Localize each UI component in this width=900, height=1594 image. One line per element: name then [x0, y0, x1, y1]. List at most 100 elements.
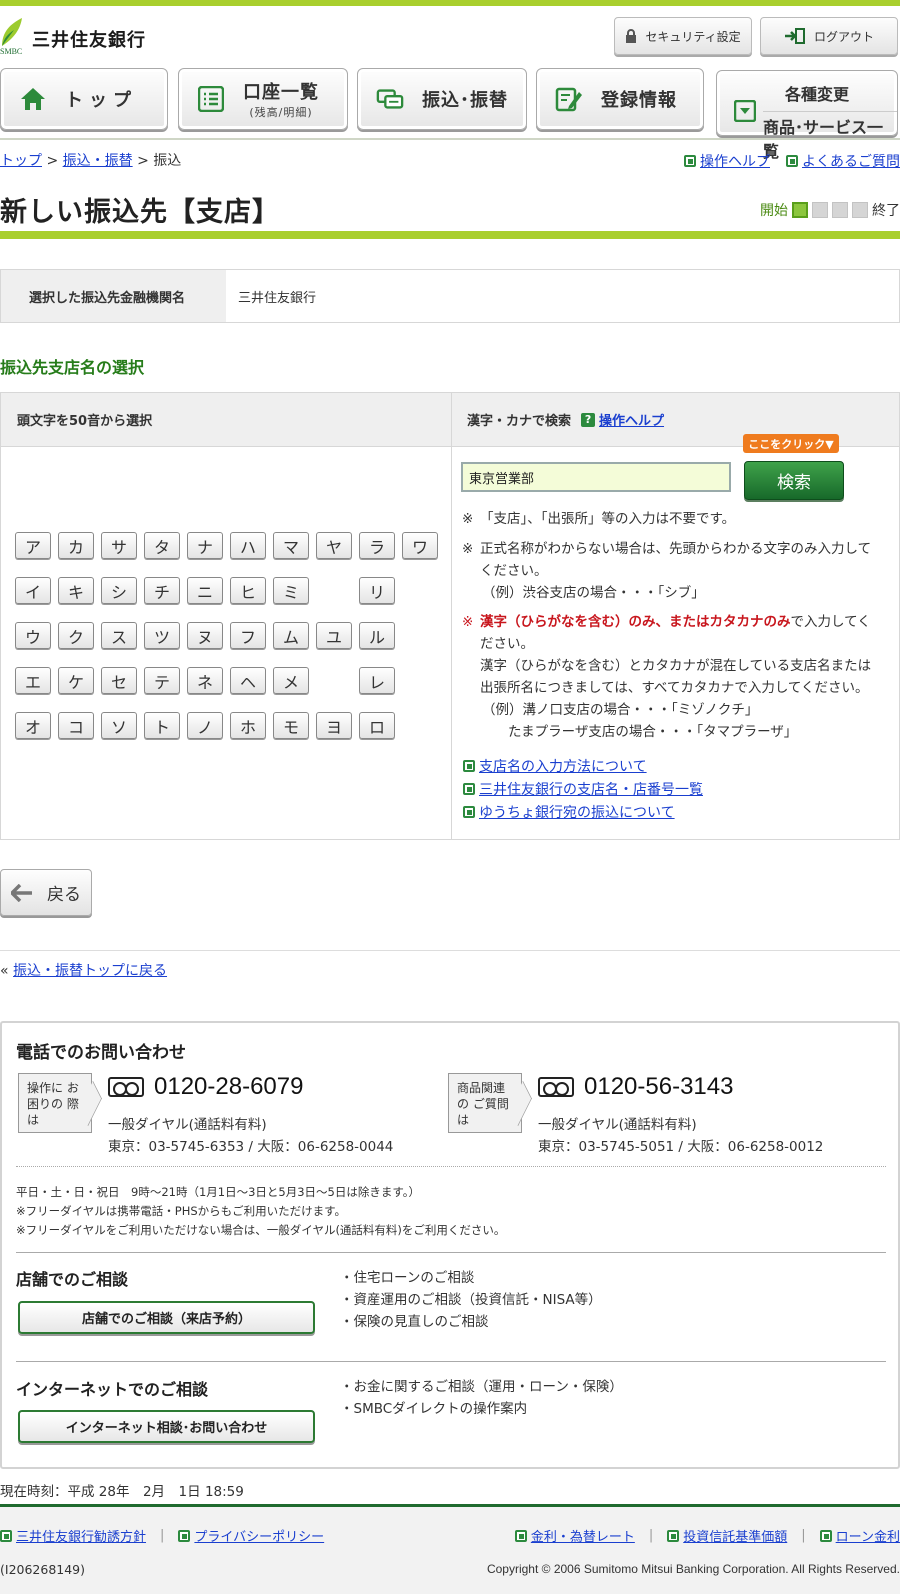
- branch-list-link[interactable]: 三井住友銀行の支店名・店番号一覧: [479, 779, 703, 799]
- kana-button[interactable]: ネ: [187, 667, 223, 694]
- kana-button[interactable]: オ: [15, 712, 51, 739]
- kana-button[interactable]: ヨ: [316, 712, 352, 739]
- kana-button[interactable]: カ: [58, 532, 94, 559]
- kana-button[interactable]: ニ: [187, 577, 223, 604]
- rates-link[interactable]: 金利・為替レート: [531, 1526, 635, 1545]
- kana-button[interactable]: ヒ: [230, 577, 266, 604]
- note-2-text: ください。: [480, 563, 548, 579]
- kana-button[interactable]: テ: [144, 667, 180, 694]
- kana-button[interactable]: チ: [144, 577, 180, 604]
- store-consult-button[interactable]: 店舗でのご相談（来店予約）: [18, 1301, 315, 1334]
- kana-button[interactable]: ハ: [230, 532, 266, 559]
- kana-button[interactable]: ミ: [273, 577, 309, 604]
- kana-button[interactable]: ス: [101, 622, 137, 649]
- kana-button[interactable]: リ: [359, 577, 395, 604]
- step-box-current: [792, 202, 808, 218]
- step-start-label: 開始: [760, 203, 788, 219]
- help-icon: ?: [581, 412, 596, 427]
- operation-help-link[interactable]: 操作ヘルプ: [700, 151, 770, 171]
- kana-select-header: 頭文字を50音から選択: [17, 414, 153, 429]
- dropdown-icon: [731, 97, 759, 125]
- faq-link[interactable]: よくあるご質問: [802, 151, 900, 171]
- kana-button[interactable]: ム: [273, 622, 309, 649]
- note-3-example: （例）溝ノ口支店の場合・・・「ミゾノクチ」: [482, 702, 759, 718]
- nav-transfer[interactable]: 振込･振替: [357, 68, 527, 130]
- branch-input-method-link[interactable]: 支店名の入力方法について: [479, 756, 647, 776]
- kana-button[interactable]: ホ: [230, 712, 266, 739]
- kana-button[interactable]: ラ: [359, 532, 395, 559]
- dotted-divider: [16, 1166, 886, 1167]
- solicitation-policy-link[interactable]: 三井住友銀行勧誘方針: [16, 1526, 146, 1545]
- kana-button[interactable]: ト: [144, 712, 180, 739]
- search-header-label: 漢字・カナで検索: [467, 414, 572, 429]
- external-link-icon: [667, 1529, 680, 1542]
- external-link-icon: [463, 783, 475, 795]
- phone-product-number: 0120-56-3143: [584, 1073, 734, 1100]
- return-transfer-top-link[interactable]: 振込・振替トップに戻る: [13, 963, 167, 979]
- kana-button[interactable]: マ: [273, 532, 309, 559]
- note-2-example: （例）渋谷支店の場合・・・「シブ」: [482, 585, 705, 601]
- bank-logo[interactable]: SMBC 三井住友銀行: [0, 16, 150, 56]
- search-help-link[interactable]: 操作ヘルプ: [599, 410, 664, 429]
- kana-button[interactable]: フ: [230, 622, 266, 649]
- phone-operation-number: 0120-28-6079: [154, 1073, 304, 1100]
- kana-button[interactable]: エ: [15, 667, 51, 694]
- nav-top-label: トップ: [65, 90, 137, 111]
- search-button[interactable]: 検索: [744, 461, 844, 500]
- note-3-text: 出張所名につきましては、すべてカタカナで入力してください。: [480, 680, 869, 696]
- kana-button[interactable]: ウ: [15, 622, 51, 649]
- kana-button[interactable]: ル: [359, 622, 395, 649]
- kana-button[interactable]: ノ: [187, 712, 223, 739]
- nav-accounts[interactable]: 口座一覧 (残高/明細): [178, 68, 348, 130]
- kana-button[interactable]: ツ: [144, 622, 180, 649]
- kana-button[interactable]: ユ: [316, 622, 352, 649]
- kana-button[interactable]: ヌ: [187, 622, 223, 649]
- breadcrumb-top[interactable]: トップ: [0, 153, 42, 169]
- nav-changes[interactable]: 各種変更 商品･サービス一覧: [716, 70, 898, 161]
- back-label: 戻る: [47, 885, 81, 905]
- external-link-icon: [463, 806, 475, 818]
- loan-rates-link[interactable]: ローン金利: [836, 1526, 900, 1545]
- home-icon: [19, 85, 47, 113]
- kana-button[interactable]: ナ: [187, 532, 223, 559]
- back-button[interactable]: 戻る: [0, 869, 92, 916]
- transfer-icon: [376, 85, 404, 113]
- footer-divider: |: [160, 1528, 165, 1543]
- kana-button[interactable]: ロ: [359, 712, 395, 739]
- kana-button[interactable]: ワ: [402, 532, 438, 559]
- yucho-transfer-link[interactable]: ゆうちょ銀行宛の振込について: [479, 802, 675, 822]
- kana-button[interactable]: コ: [58, 712, 94, 739]
- logout-icon: [784, 28, 805, 44]
- nav-top[interactable]: トップ: [0, 68, 168, 130]
- net-consult-button[interactable]: インターネット相談･お問い合わせ: [18, 1410, 315, 1443]
- kana-button[interactable]: キ: [58, 577, 94, 604]
- kana-button[interactable]: ケ: [58, 667, 94, 694]
- kana-button[interactable]: ヤ: [316, 532, 352, 559]
- kana-button[interactable]: レ: [359, 667, 395, 694]
- kana-button[interactable]: セ: [101, 667, 137, 694]
- kana-button[interactable]: ク: [58, 622, 94, 649]
- kana-button[interactable]: イ: [15, 577, 51, 604]
- nav-registration[interactable]: 登録情報: [536, 68, 704, 130]
- kana-button[interactable]: ア: [15, 532, 51, 559]
- security-settings-label: セキュリティ設定: [645, 29, 741, 44]
- kana-button[interactable]: タ: [144, 532, 180, 559]
- kana-button[interactable]: モ: [273, 712, 309, 739]
- note-3-text: ださい。: [480, 636, 534, 652]
- net-consult-list: ・お金に関するご相談（運用・ローン・保険） ・SMBCダイレクトの操作案内: [340, 1376, 623, 1420]
- security-settings-button[interactable]: セキュリティ設定: [614, 17, 752, 55]
- hours-note: ※フリーダイヤルは携帯電話・PHSからもご利用いただけます。: [16, 1204, 347, 1218]
- nav-accounts-main: 口座一覧: [243, 82, 319, 103]
- kana-button[interactable]: ソ: [101, 712, 137, 739]
- kana-button[interactable]: シ: [101, 577, 137, 604]
- fund-prices-link[interactable]: 投資信託基準価額: [683, 1526, 787, 1545]
- privacy-policy-link[interactable]: プライバシーポリシー: [194, 1526, 324, 1545]
- branch-search-input[interactable]: [461, 462, 731, 492]
- kana-button[interactable]: ヘ: [230, 667, 266, 694]
- kana-button[interactable]: メ: [273, 667, 309, 694]
- kana-button[interactable]: サ: [101, 532, 137, 559]
- breadcrumb-transfer[interactable]: 振込・振替: [63, 153, 133, 169]
- note-1: ※ 「支店」、「出張所」等の入力は不要です。: [462, 508, 735, 530]
- logout-button[interactable]: ログアウト: [760, 17, 898, 55]
- title-underline: [0, 231, 900, 239]
